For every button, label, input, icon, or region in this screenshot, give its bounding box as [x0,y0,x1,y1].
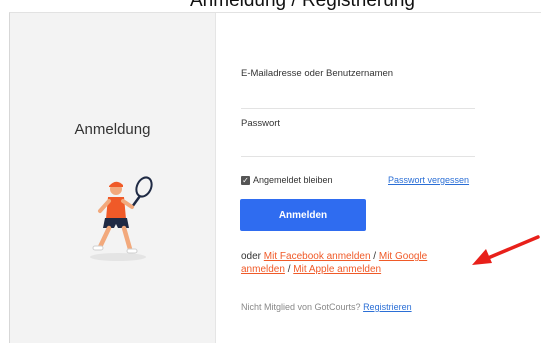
tennis-player-illustration [90,176,153,261]
social-login-text: oder Mit Facebook anmelden / Mit Google … [241,250,471,276]
forgot-password-link[interactable]: Passwort vergessen [388,175,469,185]
register-prompt: Nicht Mitglied von GotCourts? Registrier… [241,302,412,312]
red-arrow-annotation [472,235,540,265]
register-link[interactable]: Registrieren [363,302,412,312]
facebook-login-link[interactable]: Mit Facebook anmelden [264,251,371,262]
banner-text: Anmeldung / Registrierung [190,0,415,11]
email-label: E-Mailadresse oder Benutzernamen [241,68,394,79]
email-field[interactable] [241,108,475,109]
password-label: Passwort [241,118,281,129]
register-text: Nicht Mitglied von GotCourts? [241,302,364,312]
page-title: Anmeldung [74,121,151,138]
login-button[interactable]: Anmelden [240,199,366,231]
social-separator: / [284,264,294,275]
left-panel: Anmeldung [10,13,216,343]
social-prefix: oder [241,251,264,262]
remember-me-toggle[interactable]: ✓ Angemeldet bleiben [241,175,333,185]
password-field[interactable] [241,156,475,157]
social-separator: / [370,251,379,262]
remember-me-label: Angemeldet bleiben [253,175,333,185]
top-banner: Anmeldung / Registrierung [0,0,541,12]
apple-login-link[interactable]: Mit Apple anmelden [293,264,381,275]
checkbox-checked-icon[interactable]: ✓ [241,175,250,185]
